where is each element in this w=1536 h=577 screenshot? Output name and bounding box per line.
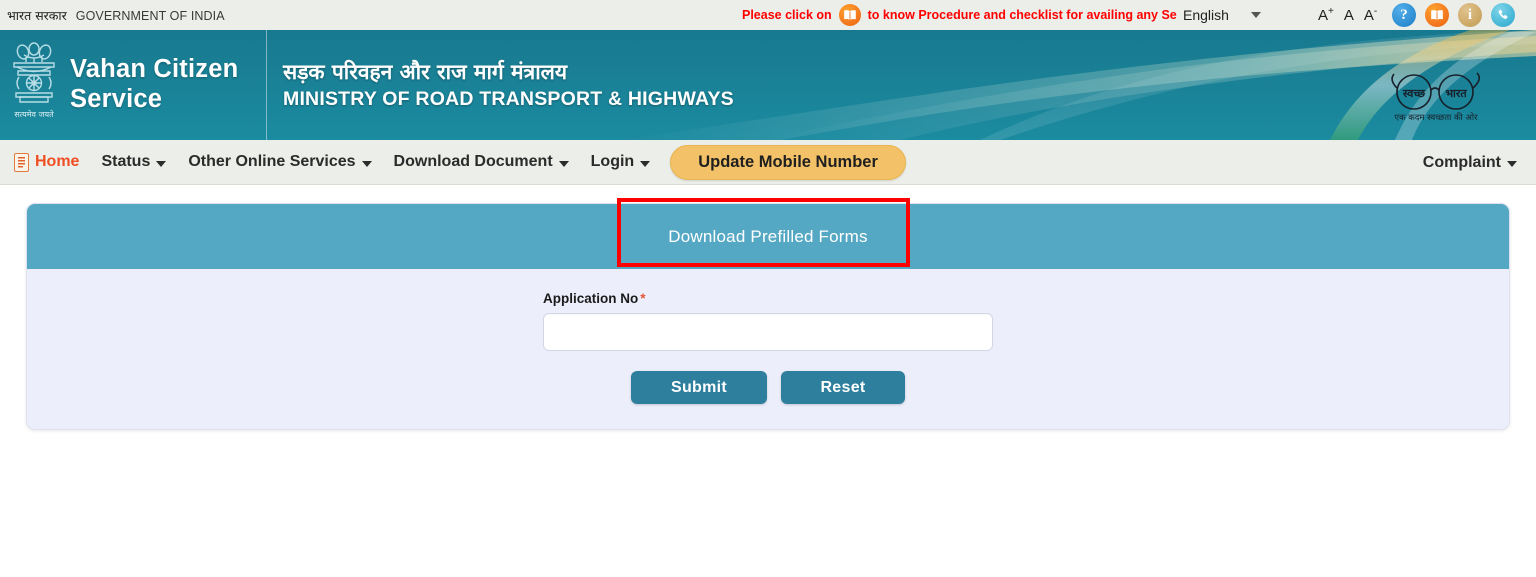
book-icon[interactable] <box>1425 3 1449 27</box>
nav-item-home[interactable]: Home <box>8 140 90 185</box>
card-header: Download Prefilled Forms <box>27 204 1509 269</box>
marquee-prefix-text: Please click on <box>742 8 832 22</box>
ministry-english-title: MINISTRY OF ROAD TRANSPORT & HIGHWAYS <box>283 88 734 111</box>
gov-hindi-text: भारत सरकार <box>7 7 67 23</box>
marquee-suffix-text: to know Procedure and checklist for avai… <box>867 8 1177 22</box>
call-icon[interactable] <box>1491 3 1515 27</box>
font-decrease-button[interactable]: A- <box>1364 6 1377 24</box>
ministry-block: सड़क परिवहन और राज मार्ग मंत्रालय MINIST… <box>267 30 1536 140</box>
form-icon <box>14 152 29 172</box>
nav-item-complaint[interactable]: Complaint <box>1412 140 1528 185</box>
help-icon[interactable]: ? <box>1392 3 1416 27</box>
nav-item-complaint-label: Complaint <box>1422 153 1501 171</box>
application-no-input[interactable] <box>543 313 993 351</box>
font-size-controls: A+ A A- <box>1318 0 1377 30</box>
required-asterisk: * <box>640 291 646 306</box>
swachh-bharat-logo: स्वच्छ भारत एक कदम स्वच्छता की ओर <box>1380 68 1500 130</box>
ministry-hindi-title: सड़क परिवहन और राज मार्ग मंत्रालय <box>283 59 568 84</box>
nav-item-login[interactable]: Login <box>580 140 662 185</box>
nav-item-home-label: Home <box>35 153 80 170</box>
svg-text:एक कदम स्वच्छता की ओर: एक कदम स्वच्छता की ओर <box>1394 112 1478 123</box>
site-banner: सत्यमेव जयते Vahan Citizen Service सड़क … <box>0 30 1536 140</box>
chevron-down-icon <box>1507 161 1517 167</box>
update-mobile-number-button[interactable]: Update Mobile Number <box>670 144 906 180</box>
font-increase-button[interactable]: A+ <box>1318 6 1334 24</box>
form-action-buttons: Submit Reset <box>543 371 993 404</box>
nav-item-status-label: Status <box>101 153 151 170</box>
nav-item-other-online-services-label: Other Online Services <box>188 153 356 170</box>
nav-item-download-document[interactable]: Download Document <box>383 140 580 185</box>
main-navigation-bar: Home Status Other Online Services Downlo… <box>0 140 1536 185</box>
submit-button[interactable]: Submit <box>631 371 767 404</box>
nav-right-group: Complaint <box>1412 140 1528 185</box>
book-icon[interactable] <box>838 4 861 26</box>
top-utility-bar: भारत सरकार GOVERNMENT OF INDIA Please cl… <box>0 0 1536 30</box>
chevron-down-icon <box>156 160 167 167</box>
brand-line-2: Service <box>70 85 163 113</box>
brand-title: Vahan Citizen Service <box>70 55 238 114</box>
top-icon-group: ? i <box>1392 0 1515 30</box>
download-prefilled-forms-card: Download Prefilled Forms Application No *… <box>26 203 1510 430</box>
language-label: English <box>1183 7 1229 23</box>
card-body: Application No * Submit Reset <box>27 269 1509 429</box>
application-no-label: Application No * <box>543 291 993 306</box>
language-selector[interactable]: English <box>1183 0 1261 30</box>
chevron-down-icon <box>640 160 651 167</box>
font-normal-button[interactable]: A <box>1344 7 1354 24</box>
chevron-down-icon <box>1250 12 1261 18</box>
nav-item-download-document-label: Download Document <box>393 153 553 170</box>
procedure-notice-marquee: Please click on to know Procedure and ch… <box>742 0 1177 30</box>
info-icon[interactable]: i <box>1458 3 1482 27</box>
brand-line-1: Vahan Citizen <box>70 55 239 84</box>
nav-item-status[interactable]: Status <box>90 140 177 185</box>
card-title: Download Prefilled Forms <box>668 226 868 246</box>
svg-text:भारत: भारत <box>1445 87 1467 100</box>
reset-button[interactable]: Reset <box>781 371 905 404</box>
brand-block: सत्यमेव जयते Vahan Citizen Service <box>0 30 267 140</box>
government-of-india-label: भारत सरकार GOVERNMENT OF INDIA <box>0 7 225 24</box>
application-no-label-text: Application No <box>543 291 639 306</box>
chevron-down-icon <box>558 160 569 167</box>
nav-item-login-label: Login <box>590 153 635 170</box>
svg-text:सत्यमेव जयते: सत्यमेव जयते <box>14 109 54 119</box>
svg-text:स्वच्छ: स्वच्छ <box>1402 87 1426 100</box>
chevron-down-icon <box>361 160 372 167</box>
application-no-field-block: Application No * <box>543 291 993 351</box>
ashoka-emblem-icon: सत्यमेव जयते <box>6 37 62 133</box>
nav-item-other-online-services[interactable]: Other Online Services <box>177 140 382 185</box>
main-content: Download Prefilled Forms Application No *… <box>0 185 1536 430</box>
gov-english-text: GOVERNMENT OF INDIA <box>75 8 225 23</box>
